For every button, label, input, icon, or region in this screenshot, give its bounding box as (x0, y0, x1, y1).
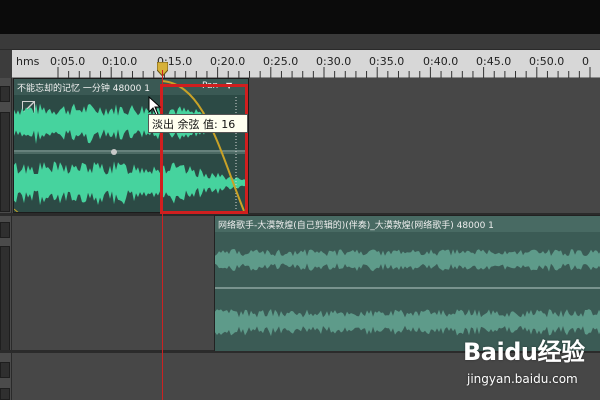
mouse-cursor-icon (148, 96, 162, 116)
track1-meter (0, 112, 10, 212)
baidu-jingyan-watermark: Baidu经验 jingyan.baidu.com (455, 328, 600, 400)
ruler-label: 0:10.0 (102, 55, 138, 68)
top-toolbar-area (0, 0, 600, 34)
ruler-ticks (57, 67, 591, 78)
track2-meter (0, 246, 10, 351)
ruler-label: 0:30.0 (316, 55, 352, 68)
track3-meter (0, 388, 10, 400)
fade-tooltip: 淡出 余弦 值: 16 (148, 114, 248, 133)
track3-control[interactable] (0, 362, 10, 378)
watermark-logo: Baidu经验 (463, 338, 585, 366)
ruler-label: 0:35.0 (369, 55, 405, 68)
ruler-label: 0:05.0 (50, 55, 86, 68)
ruler-label: 0:20.0 (210, 55, 246, 68)
toolbar-strip (0, 34, 600, 50)
ruler-unit-label: hms (16, 55, 40, 68)
watermark-url: jingyan.baidu.com (467, 372, 578, 386)
ruler-label: 0:25.0 (263, 55, 299, 68)
ruler-label: 0:40.0 (423, 55, 459, 68)
ruler-label: 0:45.0 (476, 55, 512, 68)
timeline-ruler[interactable]: hms 0:05.0 0:10.0 0:15.0 0:20.0 0:25.0 0… (12, 50, 600, 78)
ruler-label: 0:50.0 (529, 55, 565, 68)
ruler-label: 0 (582, 55, 589, 68)
highlight-box (160, 84, 248, 214)
track2-control[interactable] (0, 222, 10, 238)
track1-control[interactable] (0, 86, 10, 102)
